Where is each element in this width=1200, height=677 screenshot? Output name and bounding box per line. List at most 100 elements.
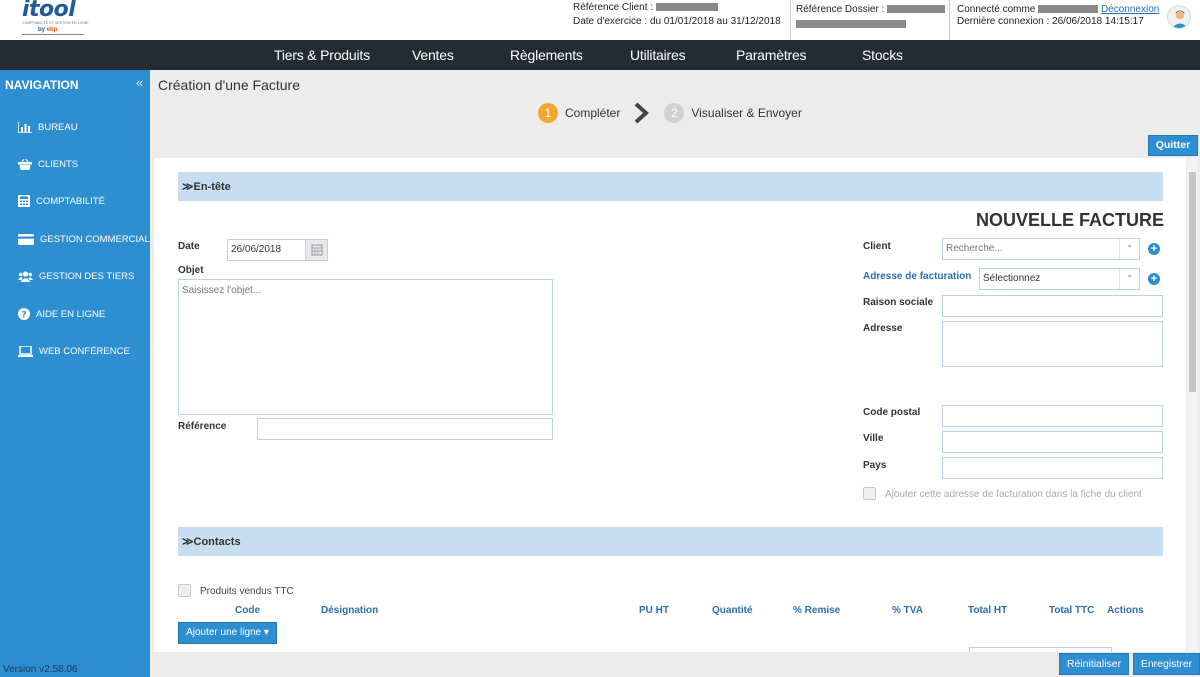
logout-link[interactable]: Déconnexion	[1101, 4, 1159, 15]
reference-label: Référence	[178, 421, 227, 432]
reference-input[interactable]	[257, 418, 553, 440]
logo-brand: ebp	[46, 27, 58, 33]
code-postal-input[interactable]	[942, 405, 1163, 427]
sidebar-item-label: Aide en ligne	[36, 308, 106, 320]
quit-button[interactable]: Quitter	[1148, 135, 1198, 156]
itool-logo[interactable]: itool COMPTABILITÉ ET GESTION EN LIGNE b…	[22, 0, 89, 38]
connected-label: Connecté comme	[957, 4, 1036, 15]
client-search-select[interactable]: Recherche... ⌄	[942, 238, 1140, 260]
ref-dossier-label: Référence Dossier :	[796, 4, 885, 15]
totals-box	[969, 647, 1112, 652]
dossier-info: Référence Dossier :	[796, 0, 946, 40]
exercise-value: du 01/01/2018 au 31/12/2018	[649, 16, 781, 27]
ville-input[interactable]	[942, 431, 1163, 453]
code-postal-label: Code postal	[863, 407, 921, 418]
sidebar-item-label: Web conférence	[39, 345, 130, 357]
sidebar-item-gestion-tiers[interactable]: Gestion des tiers	[18, 268, 134, 284]
user-avatar[interactable]	[1167, 5, 1191, 29]
logo-underline	[22, 34, 84, 35]
client-label: Client	[863, 241, 891, 252]
sidebar-collapse-button[interactable]: «	[136, 75, 143, 90]
main-content: Création d'une Facture 1 Compléter 2 Vis…	[150, 70, 1200, 677]
top-header: itool COMPTABILITÉ ET GESTION EN LIGNE b…	[0, 0, 1200, 40]
section-entete-header[interactable]: ≫En-tête	[178, 172, 1163, 201]
sidebar-item-web-conference[interactable]: Web conférence	[18, 343, 130, 359]
sidebar-item-gestion-commerciale[interactable]: Gestion commerciale	[18, 231, 156, 247]
pays-input[interactable]	[942, 457, 1163, 479]
exercise-label: Date d'exercice :	[573, 16, 648, 27]
username-masked	[1038, 5, 1099, 14]
sidebar-item-label: Comptabilité	[36, 195, 105, 207]
ref-client-masked	[655, 3, 718, 12]
sidebar-item-label: Bureau	[38, 121, 78, 133]
sidebar-item-clients[interactable]: Clients	[18, 156, 78, 172]
sidebar-item-bureau[interactable]: Bureau	[18, 119, 78, 135]
page-title: Création d'une Facture	[158, 77, 300, 93]
add-address-checkbox-label: Ajouter cette adresse de facturation dan…	[885, 489, 1142, 500]
menu-ventes[interactable]: Ventes	[412, 40, 454, 70]
date-input[interactable]: 26/06/2018	[227, 239, 328, 261]
reset-button[interactable]: Réinitialiser	[1059, 653, 1129, 675]
adresse-facturation-value: Sélectionnez	[983, 273, 1041, 284]
logo-ebp: by ebp	[38, 26, 86, 34]
adresse-facturation-label[interactable]: Adresse de facturation	[863, 271, 971, 282]
raison-sociale-input[interactable]	[942, 295, 1163, 317]
step-1-number: 1	[538, 103, 558, 123]
menu-stocks[interactable]: Stocks	[862, 40, 903, 70]
vertical-scrollbar[interactable]	[1187, 158, 1198, 652]
menu-parametres[interactable]: Paramètres	[736, 40, 807, 70]
date-value: 26/06/2018	[231, 244, 282, 255]
column-remise: % Remise	[793, 605, 841, 616]
ttc-checkbox[interactable]	[178, 584, 191, 597]
step-2-label: Visualiser & Envoyer	[691, 106, 802, 120]
column-total-ht: Total HT	[968, 605, 1008, 616]
header-divider	[790, 0, 791, 40]
calendar-icon[interactable]	[305, 240, 327, 260]
logo-by: by	[38, 27, 46, 33]
sidebar-item-label: Gestion commerciale	[40, 233, 157, 245]
raison-sociale-label: Raison sociale	[863, 297, 934, 308]
section-contacts-label: ≫Contacts	[182, 535, 241, 548]
scrollbar-thumb[interactable]	[1189, 172, 1196, 392]
sidebar-item-comptabilite[interactable]: Comptabilité	[18, 193, 105, 209]
add-line-button[interactable]: Ajouter une ligne ▾	[178, 622, 277, 644]
date-label: Date	[178, 241, 200, 252]
add-client-icon[interactable]: +	[1148, 243, 1160, 255]
column-total-ttc: Total TTC	[1049, 605, 1095, 616]
add-address-checkbox[interactable]	[863, 487, 876, 500]
main-menu: Tiers & Produits Ventes Règlements Utili…	[0, 40, 1200, 70]
objet-label: Objet	[178, 265, 204, 276]
menu-tiers-produits[interactable]: Tiers & Produits	[274, 40, 370, 70]
menu-utilitaires[interactable]: Utilitaires	[630, 40, 686, 70]
credit-card-icon	[18, 233, 34, 245]
adresse-facturation-select[interactable]: Sélectionnez ⌄	[979, 268, 1140, 290]
menu-reglements[interactable]: Règlements	[510, 40, 583, 70]
add-address-icon[interactable]: +	[1148, 273, 1160, 285]
sidebar-title: NAVIGATION	[5, 78, 79, 92]
objet-placeholder: Saisissez l'objet...	[182, 285, 262, 296]
objet-textarea[interactable]: Saisissez l'objet...	[178, 279, 553, 415]
users-icon	[18, 270, 33, 282]
adresse-label: Adresse	[863, 323, 903, 334]
sidebar-item-aide[interactable]: ? Aide en ligne	[18, 306, 105, 322]
navigation-sidebar: NAVIGATION « Bureau Clients Comptabilité…	[0, 70, 156, 677]
ttc-checkbox-label: Produits vendus TTC	[200, 586, 294, 597]
client-placeholder: Recherche...	[946, 243, 1003, 254]
ville-label: Ville	[863, 433, 884, 444]
section-contacts-header[interactable]: ≫Contacts	[178, 527, 1163, 556]
sidebar-item-label: Clients	[38, 158, 79, 170]
save-button[interactable]: Enregistrer	[1133, 653, 1200, 675]
laptop-icon	[18, 345, 33, 357]
header-divider	[949, 0, 950, 40]
chevron-down-icon: ⌄	[1119, 269, 1139, 289]
bar-chart-icon	[18, 121, 32, 133]
avatar-icon	[1172, 10, 1188, 28]
column-actions: Actions	[1107, 605, 1144, 616]
double-chevron-down-icon: ≫	[182, 181, 194, 193]
adresse-textarea[interactable]	[942, 321, 1163, 367]
step-2-number: 2	[664, 103, 685, 123]
ref-dossier-masked	[887, 5, 946, 14]
column-code: Code	[235, 605, 260, 616]
calendar-glyph	[311, 244, 323, 256]
chevron-right-icon	[635, 102, 650, 124]
